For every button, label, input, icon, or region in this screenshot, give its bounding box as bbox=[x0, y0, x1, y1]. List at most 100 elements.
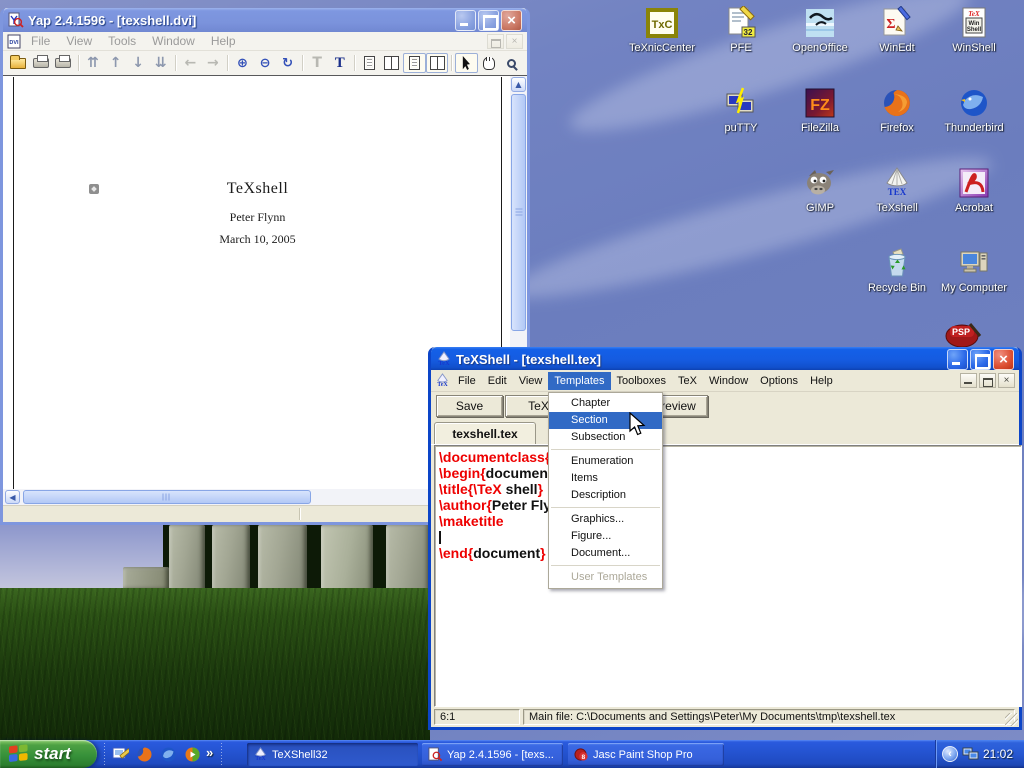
vertical-scroll-thumb[interactable] bbox=[511, 94, 526, 331]
desktop-icon-openoffice[interactable]: OpenOffice bbox=[781, 6, 859, 54]
toolbar-separator bbox=[175, 55, 176, 71]
texshell-editor[interactable]: \documentclass{article}\begin{document}\… bbox=[434, 445, 1022, 707]
text-caret bbox=[439, 531, 441, 544]
first-page-icon[interactable]: ⇈ bbox=[82, 53, 105, 73]
yap-menu-window[interactable]: Window bbox=[145, 33, 202, 49]
yap-menu-help[interactable]: Help bbox=[204, 33, 243, 49]
hand-tool-icon[interactable] bbox=[478, 53, 501, 73]
yap-minimize-button[interactable] bbox=[455, 10, 476, 31]
continuous-double-icon[interactable] bbox=[426, 53, 449, 73]
texshell-titlebar[interactable]: TeX TeXShell - [texshell.tex] bbox=[431, 347, 1019, 371]
menu-options[interactable]: Options bbox=[754, 372, 804, 390]
text-tool-icon[interactable]: T bbox=[328, 53, 351, 73]
menu-file[interactable]: File bbox=[452, 372, 482, 390]
menu-view[interactable]: View bbox=[513, 372, 549, 390]
forward-icon[interactable]: → bbox=[202, 53, 225, 73]
redraw-icon[interactable]: ↻ bbox=[276, 53, 299, 73]
menu-window[interactable]: Window bbox=[703, 372, 754, 390]
zoom-in-icon[interactable]: ⊕ bbox=[231, 53, 254, 73]
thunderbird-quick-icon[interactable] bbox=[158, 744, 178, 764]
menu-item-items[interactable]: Items bbox=[549, 470, 662, 487]
child-restore-button[interactable] bbox=[979, 373, 996, 388]
tray-collapse-chevron[interactable]: ‹ bbox=[942, 746, 958, 762]
desktop-icon-thunderbird[interactable]: Thunderbird bbox=[935, 86, 1013, 134]
texshell-minimize-button[interactable] bbox=[947, 349, 968, 370]
tab-texshell-tex[interactable]: texshell.tex bbox=[434, 422, 536, 445]
prev-page-icon[interactable]: ↑ bbox=[104, 53, 127, 73]
menu-item-enumeration[interactable]: Enumeration bbox=[549, 453, 662, 470]
show-desktop-icon[interactable] bbox=[110, 744, 130, 764]
yap-titlebar[interactable]: Yap 2.4.1596 - [texshell.dvi] bbox=[3, 8, 527, 32]
menu-item-chapter[interactable]: Chapter bbox=[549, 395, 662, 412]
desktop-icon-filezilla[interactable]: FZ FileZilla bbox=[781, 86, 859, 134]
menu-item-graphics[interactable]: Graphics... bbox=[549, 511, 662, 528]
texshell-task-icon: TeX bbox=[253, 747, 268, 762]
desktop-icon-psp[interactable]: PSP bbox=[940, 320, 984, 350]
open-file-icon[interactable] bbox=[7, 53, 30, 73]
media-player-icon[interactable] bbox=[182, 744, 202, 764]
next-page-icon[interactable]: ↓ bbox=[127, 53, 150, 73]
network-status-icon[interactable] bbox=[962, 746, 979, 762]
firefox-quick-icon[interactable] bbox=[134, 744, 154, 764]
scroll-left-button[interactable]: ◀ bbox=[5, 490, 20, 504]
yap-menu-tools[interactable]: Tools bbox=[101, 33, 143, 49]
menu-separator bbox=[551, 565, 660, 566]
taskbar-button-paintshoppro[interactable]: 8 Jasc Paint Shop Pro bbox=[568, 743, 724, 766]
last-page-icon[interactable]: ⇊ bbox=[149, 53, 172, 73]
double-page-icon[interactable] bbox=[381, 53, 404, 73]
yap-mdi-restore-button[interactable] bbox=[487, 34, 504, 49]
texshell-window: TeX TeXShell - [texshell.tex] TeX FileEd… bbox=[428, 347, 1022, 730]
svg-text:8: 8 bbox=[582, 754, 586, 761]
yap-menu-file[interactable]: File bbox=[24, 33, 57, 49]
desktop-icon-acrobat[interactable]: Acrobat bbox=[935, 166, 1013, 214]
desktop-icon-winedt[interactable]: Σ WinShell WinEdt bbox=[858, 6, 936, 54]
continuous-view-icon[interactable] bbox=[403, 53, 426, 73]
toolbar-separator bbox=[219, 743, 223, 765]
menu-item-document[interactable]: Document... bbox=[549, 545, 662, 562]
scroll-up-button[interactable]: ▲ bbox=[511, 77, 526, 92]
yap-close-button[interactable] bbox=[501, 10, 522, 31]
desktop-icon-winshell[interactable]: TeX Win Shell WinShell bbox=[935, 6, 1013, 54]
desktop-icon-texniccenter[interactable]: TxC TeXnicCenter bbox=[623, 6, 701, 54]
desktop-icon-pfe[interactable]: 32 PFE bbox=[702, 6, 780, 54]
ruler-tool-icon[interactable]: T bbox=[306, 53, 329, 73]
print-icon[interactable] bbox=[30, 53, 53, 73]
wallpaper-stonehenge bbox=[0, 525, 430, 740]
menu-toolboxes[interactable]: Toolboxes bbox=[611, 372, 673, 390]
child-minimize-button[interactable] bbox=[960, 373, 977, 388]
desktop-icon-texshell[interactable]: TEX TeXshell bbox=[858, 166, 936, 214]
back-icon[interactable]: ← bbox=[179, 53, 202, 73]
menu-separator bbox=[551, 507, 660, 508]
menu-templates[interactable]: Templates bbox=[548, 372, 610, 390]
menu-item-description[interactable]: Description bbox=[549, 487, 662, 504]
texshell-close-button[interactable] bbox=[993, 349, 1014, 370]
resize-grip[interactable] bbox=[1005, 713, 1018, 726]
single-page-icon[interactable] bbox=[358, 53, 381, 73]
yap-maximize-button[interactable] bbox=[478, 10, 499, 31]
horizontal-scroll-thumb[interactable] bbox=[23, 490, 311, 504]
menu-help[interactable]: Help bbox=[804, 372, 839, 390]
menu-edit[interactable]: Edit bbox=[482, 372, 513, 390]
yap-mdi-close-button[interactable]: × bbox=[506, 34, 523, 49]
menu-tex[interactable]: TeX bbox=[672, 372, 703, 390]
desktop-icon-my-computer[interactable]: My Computer bbox=[935, 246, 1013, 294]
zoom-out-icon[interactable]: ⊖ bbox=[254, 53, 277, 73]
menu-item-figure[interactable]: Figure... bbox=[549, 528, 662, 545]
svg-text:32: 32 bbox=[744, 28, 753, 37]
magnifier-tool-icon[interactable] bbox=[501, 53, 524, 73]
desktop-icon-recycle-bin[interactable]: Recycle Bin bbox=[858, 246, 936, 294]
desktop-icon-putty[interactable]: puTTY bbox=[702, 86, 780, 134]
taskbar-button-texshell[interactable]: TeX TeXShell32 bbox=[247, 743, 418, 766]
select-tool-icon[interactable] bbox=[455, 53, 478, 73]
child-close-button[interactable]: × bbox=[998, 373, 1015, 388]
print-setup-icon[interactable] bbox=[52, 53, 75, 73]
desktop-icon-gimp[interactable]: GIMP bbox=[781, 166, 859, 214]
yap-menu-view[interactable]: View bbox=[59, 33, 99, 49]
desktop-icon-firefox[interactable]: Firefox bbox=[858, 86, 936, 134]
taskbar-button-yap[interactable]: Yap 2.4.1596 - [texs... bbox=[422, 743, 563, 766]
texshell-maximize-button[interactable] bbox=[970, 349, 991, 370]
quick-launch-overflow-chevron[interactable]: » bbox=[206, 745, 213, 768]
code-line: \maketitle bbox=[439, 513, 1021, 529]
start-button[interactable]: start bbox=[0, 740, 97, 768]
save-button[interactable]: Save bbox=[436, 395, 503, 417]
